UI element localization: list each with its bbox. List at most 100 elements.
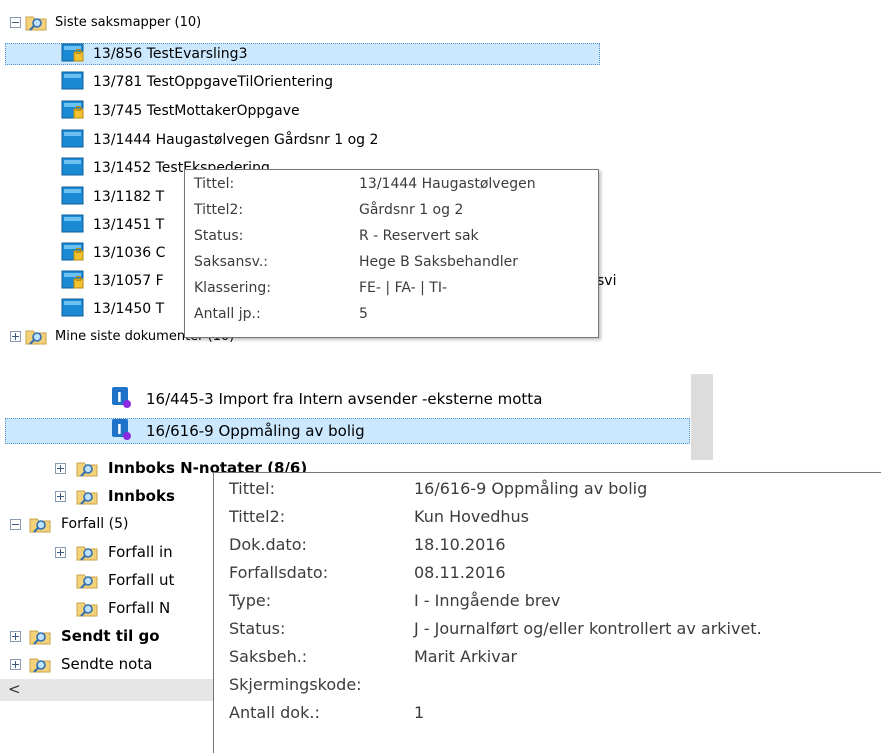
case-item-label: 13/1444 Haugastølvegen Gårdsnr 1 og 2: [93, 132, 379, 148]
tooltip-value: J - Journalført og/eller kontrollert av …: [414, 619, 762, 638]
svg-text:I: I: [117, 391, 122, 406]
folder-label: Sendte nota: [61, 655, 153, 673]
tooltip-label: Dok.dato:: [229, 535, 307, 554]
tooltip-value: 18.10.2016: [414, 535, 506, 554]
incoming-document-icon: I: [110, 385, 134, 413]
locked-case-folder-icon: [61, 99, 85, 123]
case-item[interactable]: 13/1444 Haugastølvegen Gårdsnr 1 og 2: [5, 129, 378, 151]
tooltip-value: Kun Hovedhus: [414, 507, 529, 526]
tooltip-label: Status:: [229, 619, 286, 638]
collapse-icon[interactable]: [10, 518, 21, 530]
case-folder-icon: [61, 156, 85, 180]
search-folder-icon: [76, 462, 98, 477]
vertical-scrollbar[interactable]: [691, 374, 713, 460]
panel-recent-cases: Siste saksmapper (10) 13/856 TestEvarsli…: [0, 0, 881, 350]
document-item[interactable]: I 16/445-3 Import fra Intern avsender -e…: [110, 386, 542, 412]
panel-gap: [0, 346, 881, 374]
case-item[interactable]: 13/745 TestMottakerOppgave: [5, 100, 300, 122]
expand-icon[interactable]: [10, 658, 21, 670]
incoming-document-icon: I: [110, 417, 134, 445]
case-item-label-fragment: svi: [597, 273, 617, 289]
search-folder-icon: [76, 602, 98, 617]
folder-item[interactable]: Innboks: [55, 484, 175, 508]
search-folder-icon: [29, 630, 51, 645]
tooltip-label: Skjermingskode:: [229, 675, 362, 694]
tooltip-value: 08.11.2016: [414, 563, 506, 582]
case-item[interactable]: 13/1451 T: [5, 214, 164, 236]
case-item[interactable]: 13/1036 C: [5, 242, 165, 264]
panel-inbox-tree: I 16/445-3 Import fra Intern avsender -e…: [0, 374, 881, 753]
folder-label: Forfall (5): [61, 516, 129, 532]
tooltip-label: Antall dok.:: [229, 703, 320, 722]
tooltip-value: 13/1444 Haugastølvegen: [359, 176, 536, 192]
folder-item[interactable]: Forfall ut: [76, 568, 174, 592]
expand-icon[interactable]: [55, 546, 66, 558]
tooltip-value: 16/616-9 Oppmåling av bolig: [414, 479, 648, 498]
case-folder-icon: [61, 213, 85, 237]
scroll-left-button[interactable]: <: [8, 680, 21, 698]
tooltip-value: 1: [414, 703, 425, 722]
tooltip-label: Forfallsdato:: [229, 563, 329, 582]
folder-label: Sendt til go: [61, 627, 160, 645]
case-folder-icon: [61, 297, 85, 321]
case-folder-icon: [61, 128, 85, 152]
case-item[interactable]: 13/856 TestEvarsling3: [5, 43, 600, 65]
search-folder-icon: [76, 574, 98, 589]
tooltip-label: Tittel2:: [229, 507, 286, 526]
search-folder-icon: [29, 658, 51, 673]
expand-icon[interactable]: [55, 462, 66, 474]
tooltip-value: I - Inngående brev: [414, 591, 561, 610]
case-item-label: 13/781 TestOppgaveTilOrientering: [93, 74, 333, 90]
expand-icon[interactable]: [10, 630, 21, 642]
folder-label: Forfall in: [108, 543, 173, 561]
case-item[interactable]: 13/1057 F: [5, 270, 164, 292]
folder-item[interactable]: Sendt til go: [10, 624, 160, 648]
expand-icon[interactable]: [55, 490, 66, 502]
tree-root-recent-cases[interactable]: Siste saksmapper (10): [10, 12, 201, 32]
document-item[interactable]: I 16/616-9 Oppmåling av bolig: [5, 418, 690, 444]
tooltip-value: FE- | FA- | TI-: [359, 280, 448, 296]
case-folder-icon: [61, 70, 85, 94]
collapse-icon[interactable]: [10, 16, 21, 28]
search-folder-icon: [25, 16, 47, 31]
tooltip-label: Antall jp.:: [194, 306, 261, 322]
case-item-label: 13/745 TestMottakerOppgave: [93, 103, 300, 119]
case-tooltip: Tittel: 13/1444 Haugastølvegen Tittel2: …: [184, 169, 599, 338]
locked-case-folder-icon: [61, 241, 85, 265]
tooltip-label: Tittel:: [194, 176, 235, 192]
case-item-label: 13/1057 F: [93, 273, 164, 289]
tree-root-label: Siste saksmapper (10): [55, 14, 202, 30]
case-item-label: 13/1451 T: [93, 217, 165, 233]
horizontal-scrollbar[interactable]: <: [0, 679, 213, 701]
search-folder-icon: [76, 546, 98, 561]
case-item[interactable]: 13/1450 T: [5, 298, 164, 320]
tooltip-value: 5: [359, 306, 368, 322]
folder-item[interactable]: Forfall in: [55, 540, 173, 564]
case-item-label: 13/856 TestEvarsling3: [93, 46, 248, 62]
expand-icon[interactable]: [10, 330, 21, 342]
document-item-label: 16/445-3 Import fra Intern avsender -eks…: [146, 390, 543, 408]
search-folder-icon: [25, 330, 47, 345]
tooltip-value: Marit Arkivar: [414, 647, 518, 666]
case-item-label: 13/1036 C: [93, 245, 166, 261]
locked-case-folder-icon: [61, 269, 85, 293]
tooltip-label: Saksansv.:: [194, 254, 268, 270]
tooltip-value: Hege B Saksbehandler: [359, 254, 518, 270]
case-item-label: 13/1450 T: [93, 301, 165, 317]
tooltip-label: Saksbeh.:: [229, 647, 308, 666]
folder-label: Forfall N: [108, 599, 171, 617]
folder-label: Forfall ut: [108, 571, 175, 589]
tooltip-label: Tittel2:: [194, 202, 244, 218]
tooltip-label: Klassering:: [194, 280, 271, 296]
folder-item[interactable]: Sendte nota: [10, 652, 152, 676]
case-item-label: 13/1182 T: [93, 189, 165, 205]
search-folder-icon: [29, 518, 51, 533]
tooltip-value: R - Reservert sak: [359, 228, 479, 244]
tooltip-label: Type:: [229, 591, 272, 610]
case-item[interactable]: 13/1182 T: [5, 186, 164, 208]
case-item[interactable]: 13/781 TestOppgaveTilOrientering: [5, 71, 333, 93]
case-folder-icon: [61, 185, 85, 209]
tooltip-label: Tittel:: [229, 479, 275, 498]
folder-item[interactable]: Forfall N: [76, 596, 170, 620]
folder-item[interactable]: Forfall (5): [10, 512, 128, 536]
